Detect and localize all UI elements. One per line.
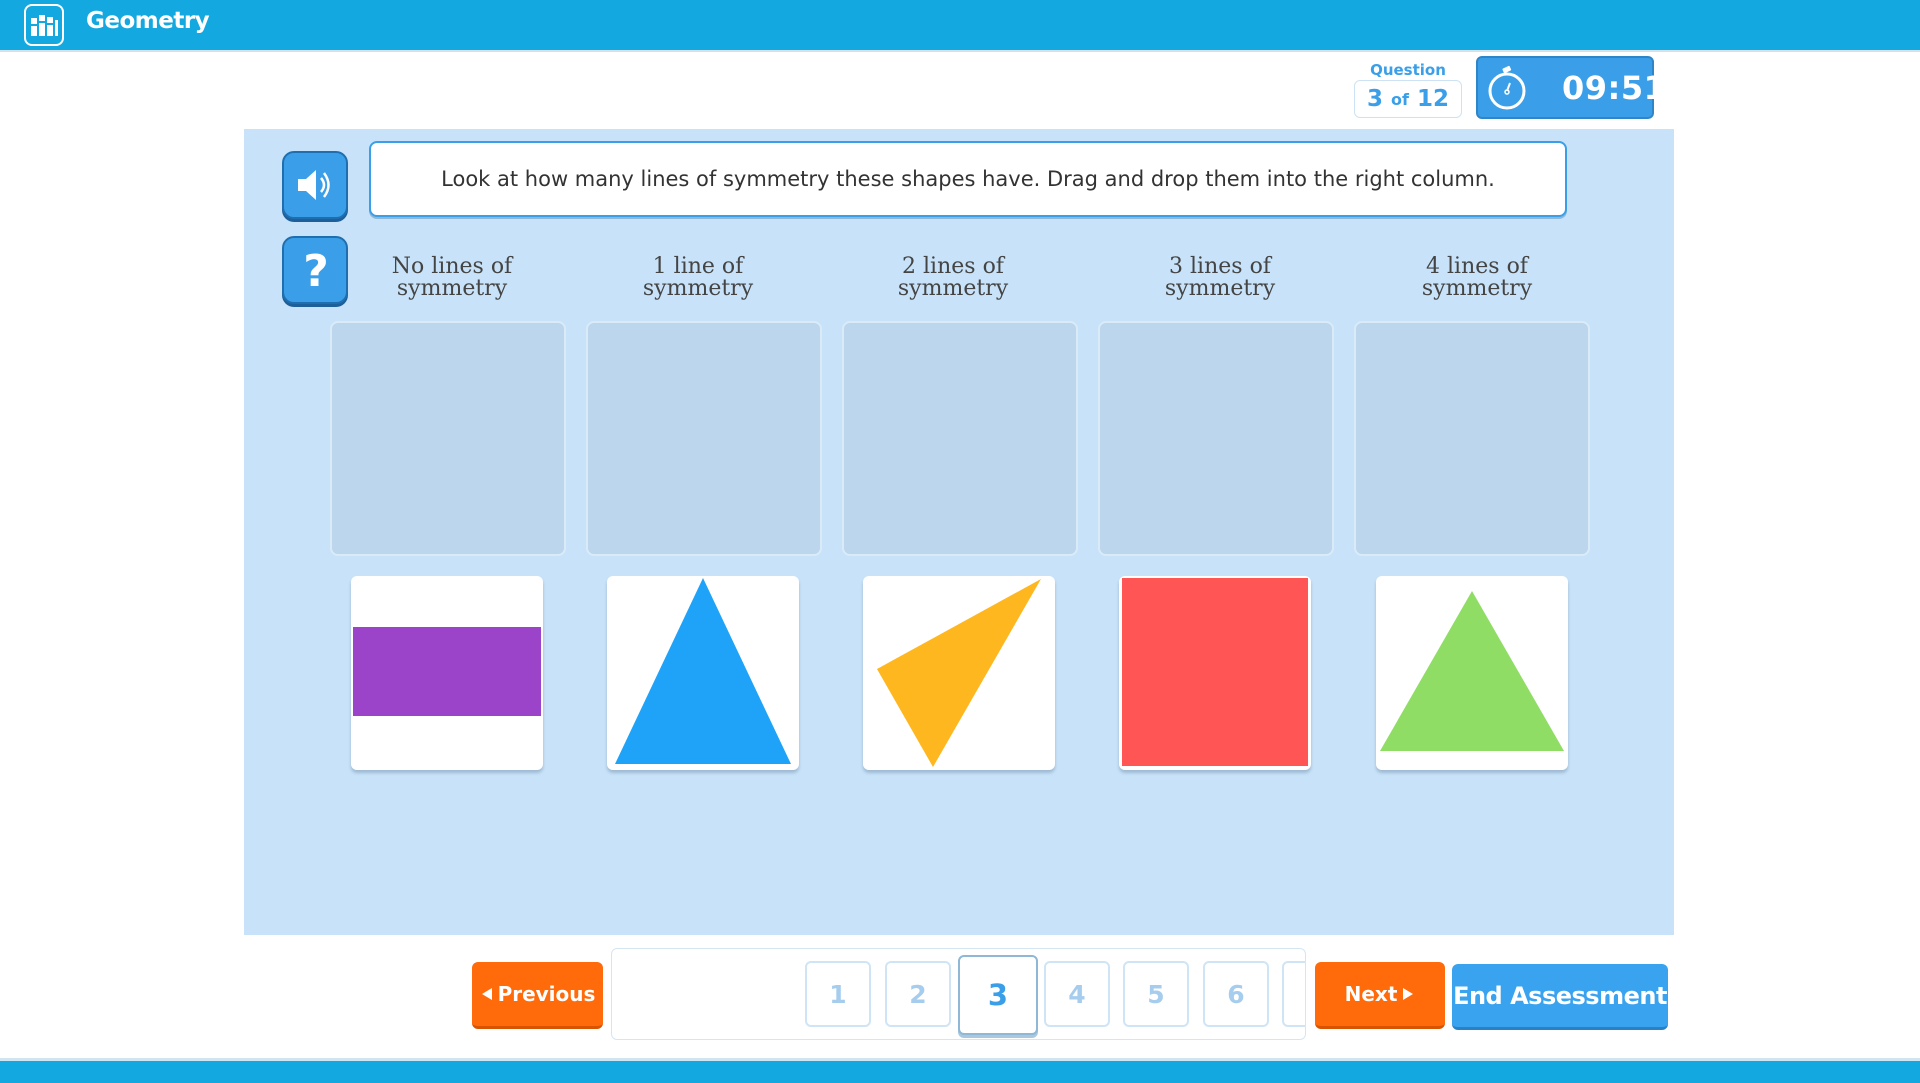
isosceles-triangle-shape [615, 578, 791, 764]
equilateral-triangle-shape [1380, 591, 1564, 751]
page-button-3[interactable]: 3 [958, 955, 1038, 1035]
page-button-6[interactable]: 6 [1203, 961, 1269, 1027]
next-button[interactable]: Next [1315, 962, 1445, 1029]
shape-card-rectangle[interactable] [351, 576, 543, 770]
question-pager: 1 2 3 4 5 6 [611, 948, 1306, 1040]
shape-card-isosceles-triangle[interactable] [607, 576, 799, 770]
column-label-2: 2 lines of symmetry [897, 254, 1009, 301]
timer-value: 09:51 [1562, 69, 1667, 107]
bottom-bar [0, 1058, 1920, 1083]
speaker-icon [298, 170, 330, 200]
next-label: Next [1344, 982, 1398, 1006]
previous-button[interactable]: Previous [472, 962, 603, 1029]
chevron-right-icon [1403, 988, 1414, 1000]
page-button-2[interactable]: 2 [885, 961, 951, 1027]
drop-zone-4-lines[interactable] [1354, 321, 1590, 556]
shape-card-scalene-triangle[interactable] [863, 576, 1055, 770]
drop-zone-2-lines[interactable] [842, 321, 1078, 556]
column-label-3: 3 lines of symmetry [1164, 254, 1276, 301]
instruction-box: Look at how many lines of symmetry these… [369, 141, 1567, 217]
app-title: Geometry [86, 8, 210, 34]
column-label-0: No lines of symmetry [391, 254, 513, 301]
end-assessment-button[interactable]: End Assessment [1452, 964, 1668, 1030]
stopwatch-icon [1488, 65, 1526, 110]
question-current: 3 [1367, 86, 1384, 112]
shape-card-square[interactable] [1119, 576, 1311, 770]
audio-button[interactable] [282, 151, 348, 219]
question-total: 12 [1416, 86, 1449, 112]
chevron-left-icon [481, 988, 492, 1000]
square-shape [1122, 578, 1308, 766]
top-bar: Geometry [0, 0, 1920, 52]
previous-label: Previous [497, 982, 596, 1006]
column-label-1: 1 line of symmetry [642, 254, 754, 301]
page-button-4[interactable]: 4 [1044, 961, 1110, 1027]
drop-zone-1-line[interactable] [586, 321, 822, 556]
drop-zone-no-lines[interactable] [330, 321, 566, 556]
shape-card-equilateral-triangle[interactable] [1376, 576, 1568, 770]
page-button-1[interactable]: 1 [805, 961, 871, 1027]
question-label: Question [1370, 61, 1446, 79]
page-button-partial[interactable] [1282, 961, 1305, 1027]
rectangle-shape [353, 627, 541, 716]
question-of: of [1391, 89, 1409, 109]
question-counter: 3 of 12 [1354, 80, 1462, 118]
column-label-4: 4 lines of symmetry [1421, 254, 1533, 301]
app-logo-icon [24, 4, 64, 46]
svg-text:?: ? [303, 246, 329, 297]
timer: 09:51 [1476, 56, 1666, 119]
page-button-5[interactable]: 5 [1123, 961, 1189, 1027]
scalene-triangle-shape [877, 579, 1041, 767]
drop-zone-3-lines[interactable] [1098, 321, 1334, 556]
